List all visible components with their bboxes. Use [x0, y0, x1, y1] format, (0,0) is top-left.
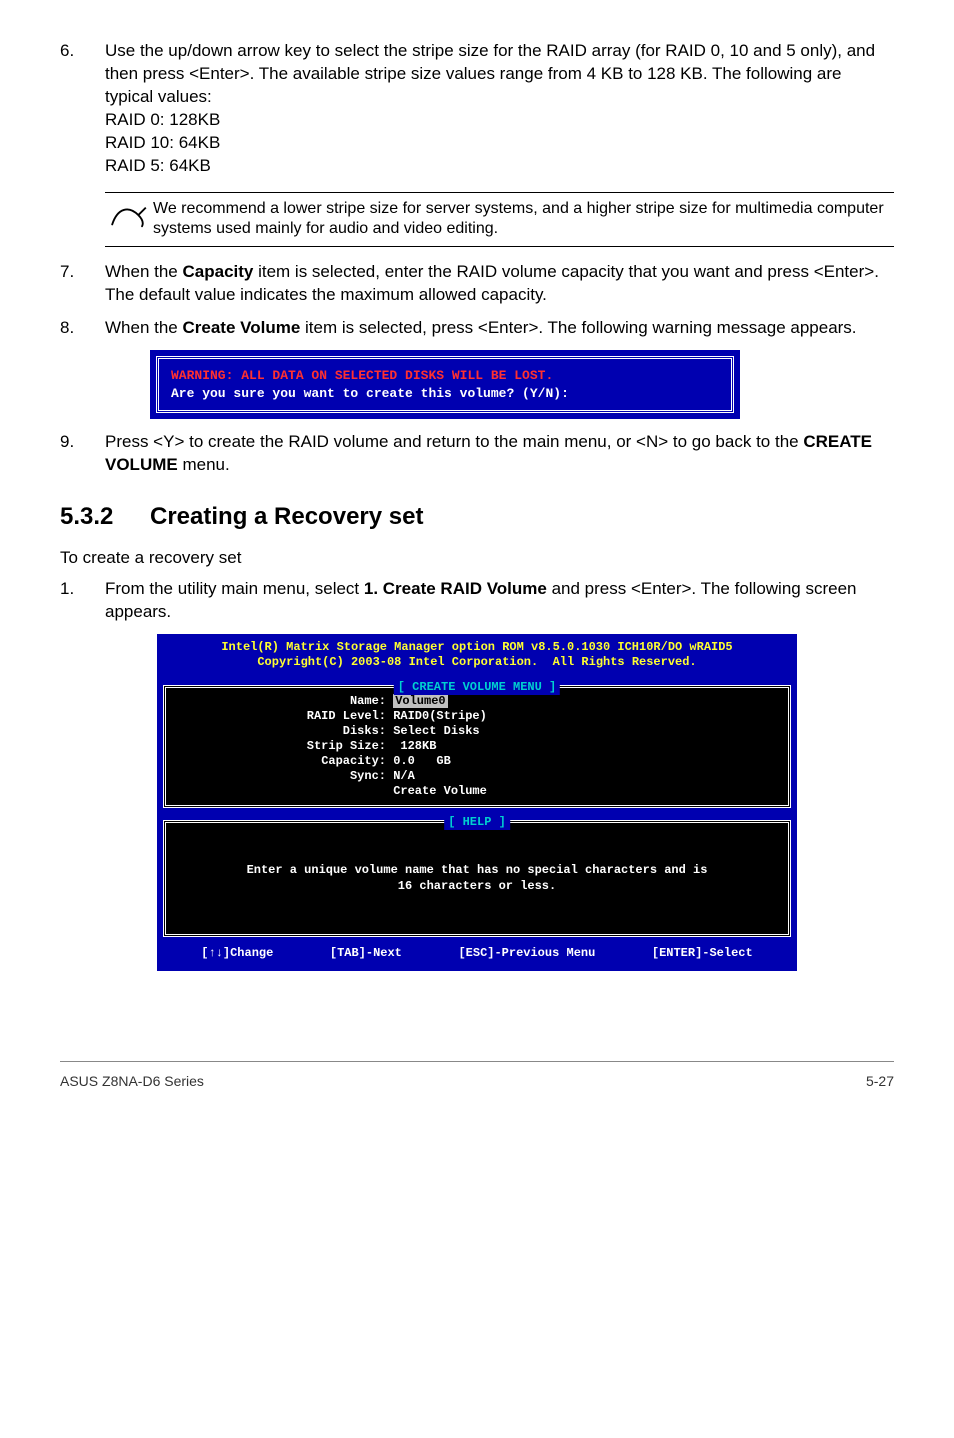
footer-next: [TAB]-Next	[330, 945, 402, 961]
step-body: When the Create Volume item is selected,…	[105, 317, 894, 340]
step6-text: Use the up/down arrow key to select the …	[105, 41, 875, 106]
create-volume-menu: [ CREATE VOLUME MENU ] Name: Volume0 RAI…	[163, 685, 791, 808]
strip-size-value: 128KB	[393, 739, 436, 753]
step9-post: menu.	[178, 455, 230, 474]
step7-bold: Capacity	[183, 262, 254, 281]
sync-value: N/A	[393, 769, 415, 783]
step7-pre: When the	[105, 262, 183, 281]
create-volume-action: Create Volume	[393, 784, 487, 798]
warning-line1: WARNING: ALL DATA ON SELECTED DISKS WILL…	[171, 367, 719, 385]
menu-title: [ CREATE VOLUME MENU ]	[394, 679, 560, 695]
step-8: 8. When the Create Volume item is select…	[60, 317, 894, 340]
disks-value: Select Disks	[393, 724, 479, 738]
note-text: We recommend a lower stripe size for ser…	[153, 199, 894, 241]
disks-label: Disks:	[176, 724, 386, 739]
step6-raid0: RAID 0: 128KB	[105, 109, 894, 132]
warning-line2: Are you sure you want to create this vol…	[171, 385, 719, 403]
util-header2: Copyright(C) 2003-08 Intel Corporation. …	[257, 655, 696, 669]
step-6: 6. Use the up/down arrow key to select t…	[60, 40, 894, 178]
help-panel: [ HELP ] Enter a unique volume name that…	[163, 820, 791, 937]
capacity-value: 0.0 GB	[393, 754, 451, 768]
step-number: 7.	[60, 261, 105, 307]
help-line1: Enter a unique volume name that has no s…	[247, 863, 708, 877]
name-value: Volume0	[393, 694, 447, 708]
page-footer: ASUS Z8NA-D6 Series 5-27	[60, 1061, 894, 1091]
name-label: Name:	[176, 694, 386, 709]
step6-raid10: RAID 10: 64KB	[105, 132, 894, 155]
footer-change: [↑↓]Change	[201, 945, 273, 961]
util-header1: Intel(R) Matrix Storage Manager option R…	[221, 640, 732, 654]
step1-bold: 1. Create RAID Volume	[364, 579, 547, 598]
section-heading: 5.3.2Creating a Recovery set	[60, 501, 894, 533]
note-callout: We recommend a lower stripe size for ser…	[105, 192, 894, 248]
step-1: 1. From the utility main menu, select 1.…	[60, 578, 894, 624]
step8-bold: Create Volume	[183, 318, 301, 337]
sync-label: Sync:	[176, 769, 386, 784]
utility-footer: [↑↓]Change [TAB]-Next [ESC]-Previous Men…	[163, 937, 791, 961]
step-number: 8.	[60, 317, 105, 340]
step6-raid5: RAID 5: 64KB	[105, 155, 894, 178]
step8-post: item is selected, press <Enter>. The fol…	[300, 318, 856, 337]
warning-inner: WARNING: ALL DATA ON SELECTED DISKS WILL…	[156, 356, 734, 413]
utility-header: Intel(R) Matrix Storage Manager option R…	[163, 638, 791, 675]
section-title: Creating a Recovery set	[150, 503, 423, 530]
step-body: When the Capacity item is selected, ente…	[105, 261, 894, 307]
raid-level-value: RAID0(Stripe)	[393, 709, 487, 723]
footer-right: 5-27	[866, 1072, 894, 1091]
step-body: From the utility main menu, select 1. Cr…	[105, 578, 894, 624]
step-9: 9. Press <Y> to create the RAID volume a…	[60, 431, 894, 477]
footer-left: ASUS Z8NA-D6 Series	[60, 1072, 204, 1091]
step1-pre: From the utility main menu, select	[105, 579, 364, 598]
step-7: 7. When the Capacity item is selected, e…	[60, 261, 894, 307]
step9-pre: Press <Y> to create the RAID volume and …	[105, 432, 803, 451]
step8-pre: When the	[105, 318, 183, 337]
bios-utility-screen: Intel(R) Matrix Storage Manager option R…	[157, 634, 797, 971]
help-title: [ HELP ]	[444, 814, 510, 830]
step-number: 9.	[60, 431, 105, 477]
step-number: 1.	[60, 578, 105, 624]
intro-text: To create a recovery set	[60, 547, 894, 570]
step-body: Use the up/down arrow key to select the …	[105, 40, 894, 178]
capacity-label: Capacity:	[176, 754, 386, 769]
help-line2: 16 characters or less.	[398, 879, 556, 893]
warning-dialog: WARNING: ALL DATA ON SELECTED DISKS WILL…	[150, 350, 740, 419]
step-number: 6.	[60, 40, 105, 178]
note-icon	[105, 202, 153, 237]
strip-size-label: Strip Size:	[176, 739, 386, 754]
footer-select: [ENTER]-Select	[652, 945, 753, 961]
raid-level-label: RAID Level:	[176, 709, 386, 724]
step-body: Press <Y> to create the RAID volume and …	[105, 431, 894, 477]
footer-prev: [ESC]-Previous Menu	[458, 945, 595, 961]
section-number: 5.3.2	[60, 501, 150, 533]
